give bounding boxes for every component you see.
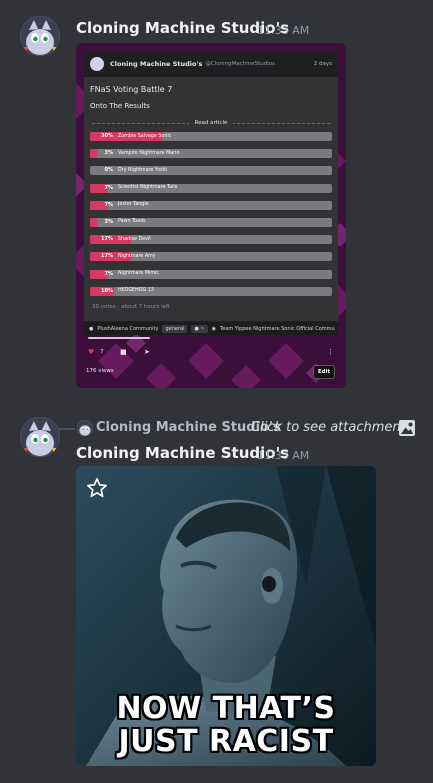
avatar-2-image bbox=[20, 417, 60, 457]
team-icon: ◉ bbox=[211, 325, 216, 332]
scroll-indicator bbox=[88, 337, 150, 339]
poll-option-percent: 17% bbox=[101, 236, 113, 243]
reply-avatar-image bbox=[77, 420, 93, 436]
read-article-link: Read article bbox=[88, 120, 334, 126]
community-tag-2: ● ~ bbox=[191, 324, 208, 333]
timestamp: 11:33 AM bbox=[257, 24, 310, 37]
post-author: Cloning Machine Studio's bbox=[110, 60, 203, 68]
poll-option-label: Dry Nightmare Yoshi bbox=[118, 167, 167, 173]
gif-caption-line-2: JUST RACIST bbox=[118, 724, 334, 759]
poll-body: FNaS Voting Battle 7 Onto The Results Re… bbox=[84, 77, 338, 321]
poll-option-percent: 3% bbox=[104, 150, 114, 157]
poll-subtitle: Onto The Results bbox=[90, 102, 150, 110]
community-icon: ● bbox=[89, 325, 94, 332]
poll-option-label: Jester Tangle bbox=[118, 202, 149, 208]
share-icon: ➤ bbox=[144, 348, 150, 356]
poll-option: 7% Jester Tangle bbox=[90, 200, 332, 210]
community-name: PlushAleena Community bbox=[97, 325, 159, 332]
poll-option-label: Zombie Salvage Sonic bbox=[118, 133, 172, 139]
gif-caption-line-1: NOW THAT’S bbox=[116, 691, 336, 726]
post-header: Cloning Machine Studio's @CloningMachine… bbox=[84, 51, 338, 77]
poll-option-percent: 30% bbox=[101, 133, 113, 139]
poll-title: FNaS Voting Battle 7 bbox=[90, 85, 173, 94]
poll-option-label: Shadow Devil bbox=[118, 236, 151, 242]
edit-button: Edit bbox=[313, 365, 335, 379]
poll-post: Cloning Machine Studio's @CloningMachine… bbox=[84, 51, 338, 321]
heart-icon: ♥ bbox=[88, 348, 95, 356]
community-bar: ● PlushAleena Community general ● ~ ◉ Te… bbox=[84, 322, 338, 335]
more-icon: ⋮ bbox=[327, 348, 334, 356]
team-name: Team Yippee Nightmare Sonic Official Com… bbox=[220, 325, 335, 332]
poll-option-percent: 7% bbox=[104, 184, 114, 191]
poll-option-percent: 7% bbox=[104, 270, 114, 277]
poll-option-label: Nightmare Mimic bbox=[118, 271, 159, 276]
gif-caption: NOW THAT’S JUST RACIST bbox=[76, 692, 376, 758]
poll-option: 0% Dry Nightmare Yoshi bbox=[90, 166, 332, 176]
poll-option-percent: 7% bbox=[104, 201, 114, 208]
poll-embed-image[interactable]: Cloning Machine Studio's @CloningMachine… bbox=[76, 43, 346, 388]
poll-option-label: Pawn Toads bbox=[118, 219, 146, 225]
poll-option-percent: 3% bbox=[104, 218, 114, 225]
reply-preview[interactable]: Click to see attachment bbox=[251, 420, 406, 435]
poll-option-label: Scientist Nightmare Tails bbox=[118, 185, 178, 191]
poll-option-percent: 17% bbox=[101, 253, 113, 260]
poll-option: 17% Shadow Devil bbox=[90, 235, 332, 245]
poll-option-label: Vampire Nightmare Mario bbox=[118, 150, 180, 156]
poll-option-percent: 10% bbox=[101, 287, 113, 294]
post-avatar bbox=[90, 57, 104, 71]
timestamp-2: 11:33 AM bbox=[257, 449, 310, 462]
read-article-label: Read article bbox=[188, 120, 234, 126]
avatar[interactable] bbox=[20, 16, 60, 56]
favorite-star-icon[interactable] bbox=[86, 477, 108, 499]
like-count: 7 bbox=[100, 349, 104, 355]
poll-option: 3% Vampire Nightmare Mario bbox=[90, 149, 332, 159]
poll-option-percent: 0% bbox=[104, 167, 114, 174]
post-actions: ♥ 7 ■ ➤ ⋮ bbox=[86, 348, 336, 361]
comment-icon: ■ bbox=[120, 348, 127, 356]
reply-avatar[interactable] bbox=[77, 420, 93, 436]
avatar-2[interactable] bbox=[20, 417, 60, 457]
poll-meta: 30 votes · about 7 hours left bbox=[92, 303, 171, 310]
poll-options: 30% Zombie Salvage Sonic 3% Vampire Nightma… bbox=[88, 132, 334, 296]
poll-option: 17% Nightmare Amy bbox=[90, 252, 332, 262]
poll-option-label: Nightmare Amy bbox=[118, 253, 156, 259]
poll-option: 10% HEDGEHOG 13 bbox=[90, 286, 332, 296]
community-tag: general bbox=[162, 324, 188, 333]
poll-option: 3% Pawn Toads bbox=[90, 217, 332, 227]
post-handle: @CloningMachineStudios bbox=[205, 61, 275, 67]
poll-option-label: HEDGEHOG 13 bbox=[118, 288, 154, 294]
view-count: 176 views bbox=[86, 368, 114, 374]
post-age: 2 days bbox=[313, 61, 332, 67]
poll-option: 7% Nightmare Mimic bbox=[90, 269, 332, 279]
poll-option: 30% Zombie Salvage Sonic bbox=[90, 132, 332, 141]
image-icon bbox=[399, 420, 415, 436]
avatar-image bbox=[20, 16, 60, 56]
poll-option: 7% Scientist Nightmare Tails bbox=[90, 183, 332, 193]
